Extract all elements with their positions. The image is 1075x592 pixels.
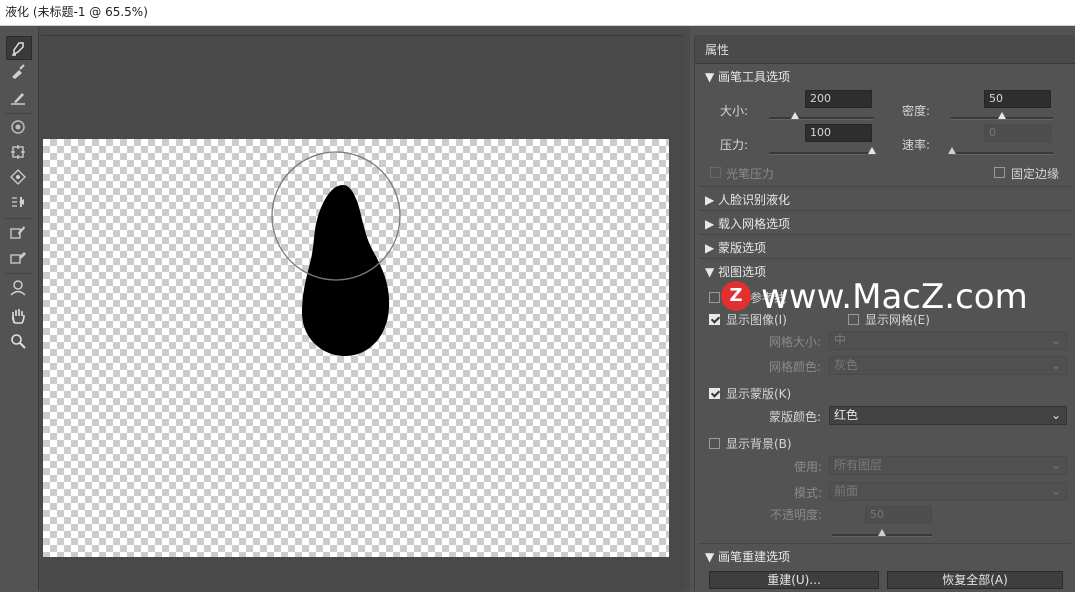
section-face-aware[interactable]: ▶ 人脸识别液化 (705, 191, 790, 208)
chevron-down-icon: ⌄ (1050, 484, 1061, 498)
mesh-size-select: 中 ⌄ (829, 331, 1067, 350)
hand-icon (11, 309, 25, 324)
section-mask-options[interactable]: ▶ 蒙版选项 (705, 239, 766, 256)
mask-color-value: 红色 (834, 408, 859, 422)
opacity-input: 50 (865, 506, 932, 524)
bloat-icon (10, 169, 26, 185)
zoom-icon (11, 334, 26, 349)
hand-tool[interactable] (6, 305, 30, 327)
show-guides-checkbox[interactable] (709, 292, 720, 303)
watermark-logo: Z (721, 281, 751, 311)
mesh-color-value: 灰色 (834, 358, 859, 372)
size-slider-thumb[interactable] (791, 112, 799, 119)
rate-slider-thumb (948, 147, 956, 154)
reconstruct-button[interactable]: 重建(U)... (709, 571, 879, 589)
mesh-color-label: 网格颜色: (769, 360, 822, 374)
chevron-down-icon: ⌄ (1050, 408, 1061, 422)
pressure-label: 压力: (720, 138, 749, 152)
chevron-down-icon: ⌄ (1050, 333, 1061, 347)
window-title: 液化 (未标题-1 @ 65.5%) (0, 0, 1075, 26)
density-label: 密度: (902, 104, 931, 118)
watermark-text: www.MacZ.com (761, 277, 1028, 317)
watermark: Z www.MacZ.com (721, 276, 1061, 318)
stylus-pressure-checkbox (710, 167, 721, 178)
freeze-mask-icon (10, 226, 25, 239)
canvas-artwork (271, 151, 401, 356)
mode-value: 前面 (834, 484, 859, 498)
pin-edges-label: 固定边缘 (1011, 167, 1060, 181)
twirl-icon (11, 120, 25, 134)
mask-color-label: 蒙版颜色: (769, 410, 822, 424)
pucker-icon (11, 145, 25, 159)
panel-title: 属性 (705, 43, 730, 57)
opacity-slider (832, 529, 932, 537)
reconstruct-icon (12, 64, 25, 79)
show-backdrop-label: 显示背景(B) (726, 437, 792, 451)
use-select: 所有图层 ⌄ (829, 456, 1067, 475)
opacity-slider-thumb (878, 529, 886, 536)
pressure-slider[interactable] (769, 147, 876, 155)
stylus-pressure-label: 光笔压力 (726, 167, 775, 181)
smooth-icon (11, 93, 25, 105)
show-mask-checkbox[interactable] (709, 388, 720, 399)
pucker-tool[interactable] (6, 141, 30, 163)
show-image-checkbox[interactable] (709, 314, 720, 325)
section-brush-tool-options[interactable]: ▼ 画笔工具选项 (705, 68, 790, 85)
size-input[interactable]: 200 (805, 90, 872, 108)
document-canvas[interactable] (43, 139, 669, 557)
thaw-mask-tool[interactable] (6, 246, 30, 268)
use-label: 使用: (794, 460, 823, 474)
bloat-tool[interactable] (6, 166, 30, 188)
forward-warp-icon (12, 42, 24, 56)
mesh-size-label: 网格大小: (769, 335, 822, 349)
opacity-label: 不透明度: (770, 508, 823, 522)
pressure-input[interactable]: 100 (805, 124, 872, 142)
show-backdrop-checkbox[interactable] (709, 438, 720, 449)
twirl-tool[interactable] (6, 116, 30, 138)
section-brush-reconstruct[interactable]: ▼ 画笔重建选项 (705, 548, 790, 565)
size-slider[interactable] (769, 112, 874, 120)
size-label: 大小: (720, 104, 749, 118)
show-mask-label: 显示蒙版(K) (726, 387, 792, 401)
rate-slider (948, 147, 1053, 155)
mask-color-select[interactable]: 红色 ⌄ (829, 406, 1067, 425)
thaw-mask-icon (10, 252, 26, 264)
zoom-tool[interactable] (6, 330, 30, 352)
chevron-down-icon: ⌄ (1050, 358, 1061, 372)
freeze-mask-tool[interactable] (6, 221, 30, 243)
smooth-tool[interactable] (6, 86, 30, 108)
push-left-icon (12, 197, 24, 207)
panel-header: 属性 (695, 35, 1075, 64)
push-left-tool[interactable] (6, 191, 30, 213)
section-load-mesh[interactable]: ▶ 载入网格选项 (705, 215, 790, 232)
mesh-color-select: 灰色 ⌄ (829, 356, 1067, 375)
face-tool[interactable] (6, 277, 30, 299)
black-drop-shape (302, 185, 390, 356)
mode-label: 模式: (794, 486, 823, 500)
rate-input: 0 (984, 124, 1051, 142)
reconstruct-tool[interactable] (6, 61, 30, 83)
density-slider-thumb[interactable] (998, 112, 1006, 119)
mode-select: 前面 ⌄ (829, 482, 1067, 501)
tools-panel (0, 27, 39, 591)
density-input[interactable]: 50 (984, 90, 1051, 108)
rate-label: 速率: (902, 138, 931, 152)
chevron-down-icon: ⌄ (1050, 458, 1061, 472)
mesh-size-value: 中 (834, 333, 847, 347)
use-value: 所有图层 (834, 458, 883, 472)
face-tool-icon (10, 280, 26, 296)
restore-all-button[interactable]: 恢复全部(A) (887, 571, 1063, 589)
pin-edges-checkbox[interactable] (994, 167, 1005, 178)
pressure-slider-thumb[interactable] (868, 147, 876, 154)
forward-warp-tool[interactable] (6, 36, 32, 60)
density-slider[interactable] (951, 112, 1053, 120)
